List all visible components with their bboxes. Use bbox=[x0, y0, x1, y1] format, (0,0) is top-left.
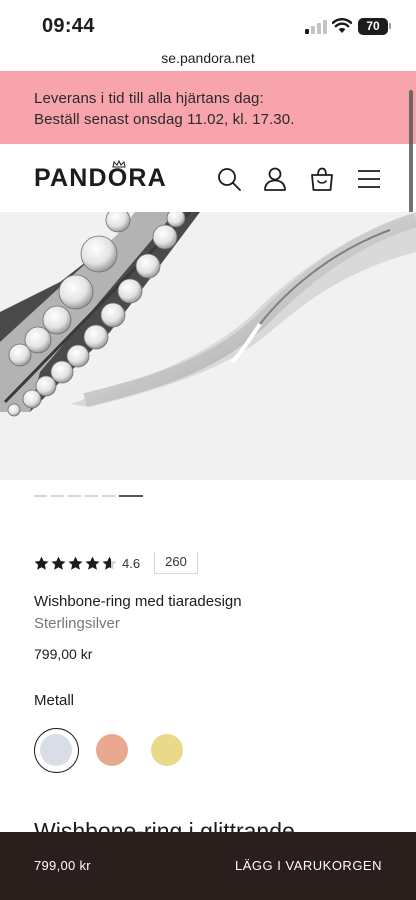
scrollbar[interactable] bbox=[409, 90, 413, 214]
star-icon bbox=[34, 556, 49, 570]
shopping-bag-icon[interactable] bbox=[309, 166, 335, 192]
metal-label: Metall bbox=[34, 692, 75, 709]
product-name: Wishbone-ring med tiaradesign bbox=[34, 593, 242, 610]
gallery-dot[interactable] bbox=[85, 495, 98, 497]
battery-indicator: 70 bbox=[358, 18, 388, 35]
rating-value: 4.6 bbox=[122, 556, 141, 571]
gallery-dot[interactable] bbox=[119, 495, 143, 497]
product-price: 799,00 kr bbox=[34, 646, 93, 662]
review-count[interactable]: 260 bbox=[154, 552, 198, 574]
battery-tip bbox=[389, 23, 391, 29]
add-to-cart-button[interactable]: LÄGG I VARUKORGEN bbox=[235, 858, 382, 873]
star-icon bbox=[51, 556, 66, 570]
promo-line-1: Leverans i tid till alla hjärtans dag: bbox=[34, 90, 264, 107]
product-material: Sterlingsilver bbox=[34, 615, 120, 632]
metal-swatch-rose-gold[interactable] bbox=[96, 734, 128, 766]
pandora-logo[interactable]: PANDORA bbox=[34, 164, 167, 193]
gallery-dot[interactable] bbox=[51, 495, 64, 497]
promo-line-2: Beställ senast onsdag 11.02, kl. 17.30. bbox=[34, 111, 295, 128]
search-icon[interactable] bbox=[216, 166, 242, 192]
crown-icon bbox=[112, 160, 126, 168]
product-image-gallery[interactable] bbox=[0, 212, 416, 480]
star-icon bbox=[102, 556, 117, 570]
wifi-icon bbox=[332, 18, 352, 33]
product-rating[interactable]: 4.6 260 bbox=[34, 552, 234, 574]
status-bar: 09:44 70 bbox=[0, 0, 416, 46]
metal-swatch-silver[interactable] bbox=[40, 734, 72, 766]
metal-swatch-gold[interactable] bbox=[151, 734, 183, 766]
gallery-pagination bbox=[34, 495, 143, 497]
gallery-dot[interactable] bbox=[68, 495, 81, 497]
site-header: PANDORA bbox=[0, 144, 416, 212]
star-icon bbox=[85, 556, 100, 570]
product-image bbox=[0, 212, 416, 417]
address-bar[interactable]: se.pandora.net bbox=[0, 46, 416, 70]
promo-banner[interactable]: Leverans i tid till alla hjärtans dag: B… bbox=[0, 71, 416, 144]
gallery-dot[interactable] bbox=[34, 495, 47, 497]
menu-icon[interactable] bbox=[356, 166, 382, 192]
sticky-add-to-cart-bar: 799,00 kr LÄGG I VARUKORGEN bbox=[0, 832, 416, 900]
sticky-price: 799,00 kr bbox=[34, 858, 91, 873]
status-time: 09:44 bbox=[42, 15, 95, 37]
account-icon[interactable] bbox=[262, 166, 288, 192]
gallery-dot[interactable] bbox=[102, 495, 115, 497]
star-icon bbox=[68, 556, 83, 570]
cellular-signal-icon bbox=[305, 20, 327, 34]
